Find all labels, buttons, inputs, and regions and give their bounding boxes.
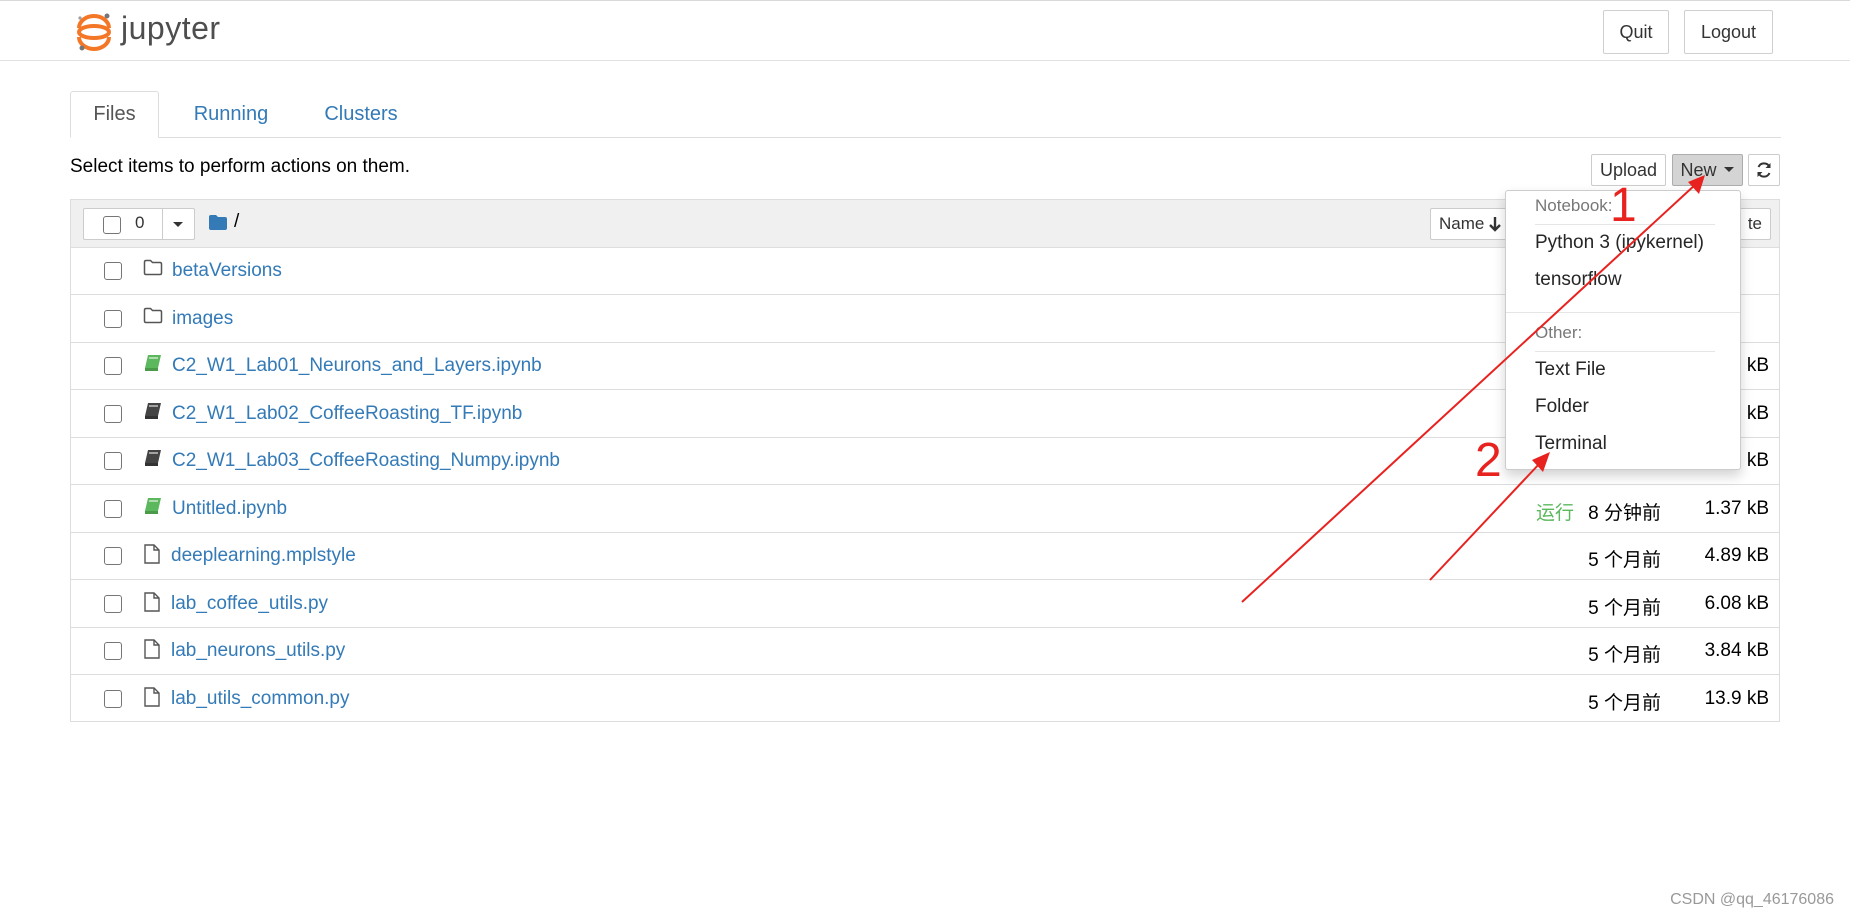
- row-checkbox[interactable]: [104, 357, 122, 375]
- tab-files[interactable]: Files: [70, 91, 159, 138]
- menu-item-folder[interactable]: Folder: [1535, 396, 1589, 418]
- other-header: Other:: [1535, 323, 1583, 342]
- sort-partial-label: te: [1747, 214, 1762, 233]
- annotation-step-2: 2: [1475, 434, 1502, 487]
- file-size: kB: [1746, 450, 1769, 471]
- running-status: 运行: [1536, 502, 1575, 524]
- file-name-link[interactable]: images: [172, 308, 233, 330]
- watermark: CSDN @qq_46176086: [1670, 891, 1834, 908]
- file-size: 6.08 kB: [1704, 592, 1769, 614]
- menu-item-terminal[interactable]: Terminal: [1535, 433, 1607, 455]
- file-size: 3.84 kB: [1704, 640, 1769, 661]
- notebook-icon: [143, 402, 163, 425]
- last-modified: 5 个月前: [1588, 645, 1661, 666]
- file-icon: [143, 544, 161, 569]
- file-name-link[interactable]: C2_W1_Lab03_CoffeeRoasting_Numpy.ipynb: [172, 450, 560, 472]
- refresh-button[interactable]: [1748, 154, 1780, 186]
- file-icon: [143, 639, 161, 664]
- select-menu-caret-icon[interactable]: [172, 221, 184, 229]
- file-name-link[interactable]: lab_utils_common.py: [171, 688, 349, 710]
- last-modified: 5 个月前: [1588, 692, 1661, 714]
- annotation-step-1: 1: [1610, 179, 1637, 232]
- breadcrumb: /: [208, 211, 239, 233]
- file-size: 13.9 kB: [1704, 687, 1769, 709]
- file-icon: [143, 591, 161, 617]
- file-name-link[interactable]: lab_coffee_utils.py: [171, 593, 328, 615]
- row-checkbox[interactable]: [104, 689, 122, 708]
- row-checkbox[interactable]: [104, 642, 122, 660]
- file-row[interactable]: Untitled.ipynb 运行 8 分钟前 1.37 kB: [71, 486, 1779, 533]
- sort-name-label: Name: [1439, 214, 1485, 233]
- menu-item-python3[interactable]: Python 3 (ipykernel): [1535, 232, 1704, 254]
- file-size: 4.89 kB: [1704, 545, 1769, 566]
- notebook-running-icon: [143, 497, 163, 520]
- caret-down-icon: [1723, 167, 1734, 172]
- row-checkbox[interactable]: [104, 594, 122, 613]
- notebook-running-icon: [143, 354, 163, 377]
- row-checkbox[interactable]: [104, 262, 122, 280]
- row-checkbox[interactable]: [104, 452, 122, 470]
- arrow-down-icon: [1489, 217, 1502, 232]
- notebook-header: Notebook:: [1535, 196, 1613, 215]
- menu-item-tensorflow[interactable]: tensorflow: [1535, 269, 1622, 291]
- new-dropdown-button[interactable]: New: [1672, 154, 1743, 186]
- folder-icon: [143, 307, 163, 329]
- header-bar: jupyter Quit Logout: [0, 0, 1850, 61]
- row-checkbox[interactable]: [104, 499, 122, 518]
- file-name-link[interactable]: deeplearning.mplstyle: [171, 545, 356, 567]
- file-row[interactable]: lab_utils_common.py 5 个月前 13.9 kB: [71, 676, 1779, 723]
- file-size: kB: [1746, 402, 1769, 424]
- selected-count: 0: [135, 213, 145, 232]
- file-name-link[interactable]: lab_neurons_utils.py: [171, 640, 345, 662]
- breadcrumb-root[interactable]: /: [234, 211, 239, 233]
- file-row[interactable]: deeplearning.mplstyle 5 个月前 4.89 kB: [71, 533, 1779, 580]
- row-checkbox[interactable]: [104, 309, 122, 328]
- select-all-group: 0: [83, 208, 195, 240]
- new-button-label: New: [1680, 159, 1717, 180]
- file-name-link[interactable]: C2_W1_Lab01_Neurons_and_Layers.ipynb: [172, 355, 542, 377]
- file-row[interactable]: lab_neurons_utils.py 5 个月前 3.84 kB: [71, 628, 1779, 675]
- last-modified: 5 个月前: [1588, 550, 1661, 571]
- last-modified: 5 个月前: [1588, 597, 1661, 619]
- refresh-icon: [1757, 162, 1771, 178]
- logo-text: jupyter: [121, 10, 221, 46]
- file-icon: [143, 686, 161, 712]
- file-size: 1.37 kB: [1704, 497, 1769, 519]
- logout-button[interactable]: Logout: [1684, 10, 1773, 54]
- last-modified: 8 分钟前: [1588, 502, 1661, 524]
- folder-icon[interactable]: [208, 214, 228, 231]
- quit-button[interactable]: Quit: [1603, 10, 1669, 54]
- file-size: kB: [1746, 355, 1769, 376]
- row-checkbox[interactable]: [104, 547, 122, 565]
- tab-clusters[interactable]: Clusters: [301, 91, 421, 137]
- file-name-link[interactable]: C2_W1_Lab02_CoffeeRoasting_TF.ipynb: [172, 403, 522, 425]
- tab-bar: Files Running Clusters: [70, 91, 1781, 138]
- notebook-icon: [143, 449, 163, 472]
- select-all-checkbox[interactable]: [103, 216, 121, 234]
- folder-icon: [143, 259, 163, 281]
- sort-name-button[interactable]: Name: [1430, 208, 1514, 240]
- menu-item-text-file[interactable]: Text File: [1535, 359, 1606, 381]
- instructions-text: Select items to perform actions on them.: [70, 156, 411, 177]
- file-row[interactable]: lab_coffee_utils.py 5 个月前 6.08 kB: [71, 581, 1779, 628]
- row-checkbox[interactable]: [104, 404, 122, 423]
- file-name-link[interactable]: betaVersions: [172, 260, 282, 282]
- file-name-link[interactable]: Untitled.ipynb: [172, 498, 287, 520]
- tab-running[interactable]: Running: [171, 91, 291, 137]
